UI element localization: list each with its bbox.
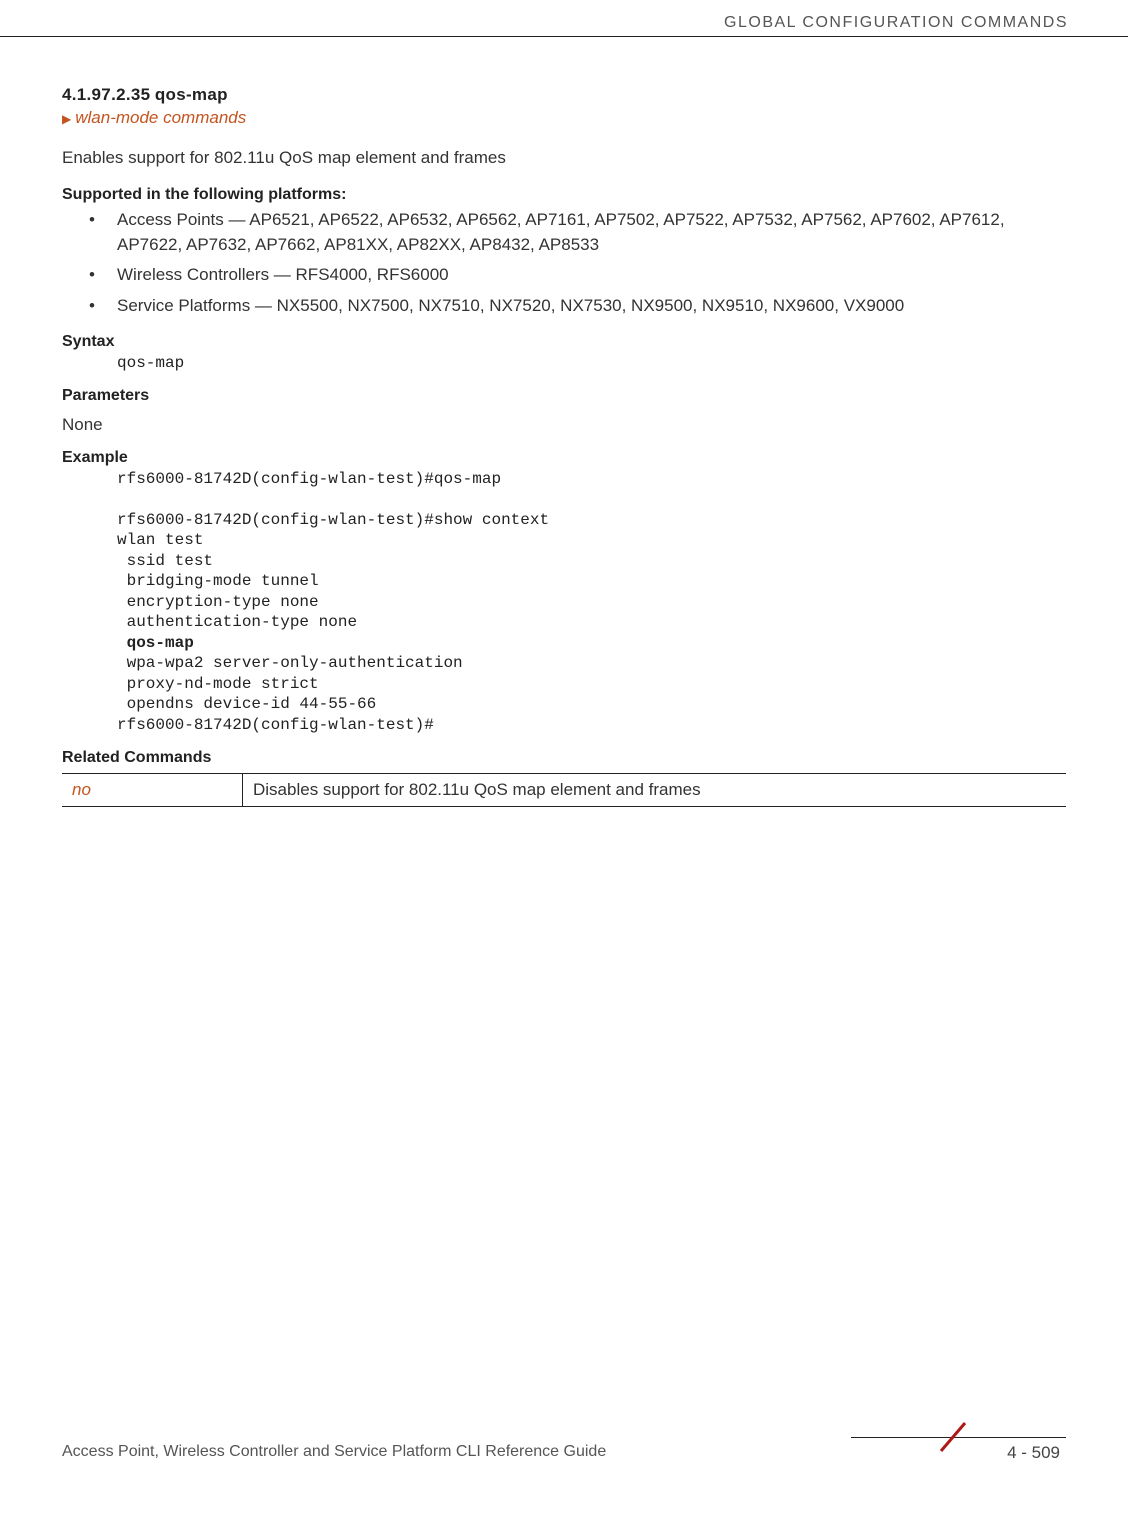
syntax-code: qos-map: [117, 353, 1066, 373]
footer-title: Access Point, Wireless Controller and Se…: [62, 1443, 606, 1461]
code-line: proxy-nd-mode strict: [117, 675, 319, 693]
list-item: Wireless Controllers — RFS4000, RFS6000: [117, 263, 1066, 288]
content-area: 4.1.97.2.35 qos-map ▶wlan-mode commands …: [62, 85, 1066, 807]
section-description: Enables support for 802.11u QoS map elem…: [62, 148, 1066, 168]
example-heading: Example: [62, 449, 1066, 467]
list-item: Access Points — AP6521, AP6522, AP6532, …: [117, 208, 1066, 257]
section-title: qos-map: [155, 85, 228, 104]
parameters-heading: Parameters: [62, 387, 1066, 405]
header-rule: [0, 36, 1128, 37]
code-line: wpa-wpa2 server-only-authentication: [117, 654, 463, 672]
list-item: Service Platforms — NX5500, NX7500, NX75…: [117, 294, 1066, 319]
section-number: 4.1.97.2.35: [62, 85, 150, 104]
syntax-heading: Syntax: [62, 333, 1066, 351]
platforms-list: Access Points — AP6521, AP6522, AP6532, …: [62, 208, 1066, 319]
section-heading: 4.1.97.2.35 qos-map: [62, 85, 1066, 105]
code-line: rfs6000-81742D(config-wlan-test)#: [117, 716, 434, 734]
code-line: opendns device-id 44-55-66: [117, 695, 376, 713]
nav-arrow-icon: ▶: [62, 112, 71, 126]
page: GLOBAL CONFIGURATION COMMANDS 4.1.97.2.3…: [0, 0, 1128, 1515]
related-cmd-desc: Disables support for 802.11u QoS map ele…: [243, 774, 1067, 807]
nav-link-text: wlan-mode commands: [75, 108, 246, 127]
footer-page-number: 4 - 509: [1007, 1443, 1060, 1463]
code-line-bold: qos-map: [117, 634, 194, 652]
page-footer: Access Point, Wireless Controller and Se…: [62, 1437, 1066, 1477]
code-line: rfs6000-81742D(config-wlan-test)#show co…: [117, 511, 549, 529]
code-line: encryption-type none: [117, 593, 319, 611]
platforms-heading: Supported in the following platforms:: [62, 186, 1066, 204]
nav-link[interactable]: ▶ wlan-mode commands: [62, 108, 1066, 128]
related-heading: Related Commands: [62, 749, 1066, 767]
running-header: GLOBAL CONFIGURATION COMMANDS: [724, 14, 1068, 32]
related-commands-table: no Disables support for 802.11u QoS map …: [62, 773, 1066, 807]
code-line: ssid test: [117, 552, 213, 570]
code-line: bridging-mode tunnel: [117, 572, 319, 590]
example-code: rfs6000-81742D(config-wlan-test)#qos-map…: [117, 469, 1066, 735]
code-line: rfs6000-81742D(config-wlan-test)#qos-map: [117, 470, 501, 488]
code-line: authentication-type none: [117, 613, 357, 631]
related-cmd-name[interactable]: no: [62, 774, 243, 807]
table-row: no Disables support for 802.11u QoS map …: [62, 774, 1066, 807]
footer-slash-icon: [935, 1419, 971, 1455]
code-line: wlan test: [117, 531, 203, 549]
parameters-body: None: [62, 415, 1066, 435]
